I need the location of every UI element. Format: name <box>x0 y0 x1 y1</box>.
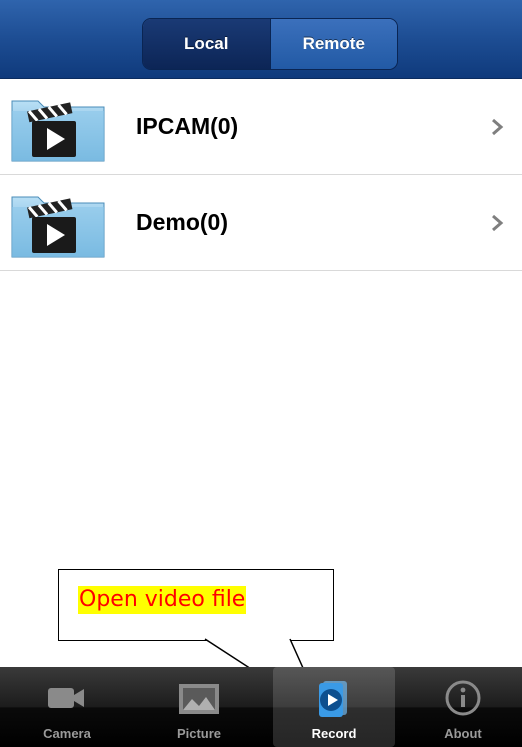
tab-about[interactable]: About <box>402 667 522 747</box>
chevron-right-icon <box>492 214 504 232</box>
video-folder-icon <box>11 196 105 258</box>
info-icon <box>445 680 481 716</box>
tab-picture[interactable]: Picture <box>138 667 260 747</box>
chevron-right-icon <box>492 118 504 136</box>
tab-label: Record <box>311 726 357 741</box>
list-item-demo[interactable]: Demo(0) <box>0 175 522 271</box>
tab-label: About <box>444 726 482 741</box>
local-remote-segmented-control: Local Remote <box>142 18 398 70</box>
segment-remote[interactable]: Remote <box>269 19 397 69</box>
camera-icon <box>48 688 84 708</box>
navigation-bar: Local Remote <box>0 0 522 79</box>
folder-list: IPCAM(0) Demo(0) <box>0 79 522 271</box>
tab-label: Picture <box>176 726 222 741</box>
annotation-text: Open video file <box>78 586 247 614</box>
tab-bar: Camera Picture Record About <box>0 667 522 747</box>
segment-local[interactable]: Local <box>143 19 270 69</box>
tab-camera[interactable]: Camera <box>6 667 128 747</box>
list-item-ipcam[interactable]: IPCAM(0) <box>0 79 522 175</box>
record-icon <box>319 681 347 717</box>
annotation-callout: Open video file <box>58 569 334 641</box>
tab-record[interactable]: Record <box>273 667 395 747</box>
picture-icon <box>179 684 219 714</box>
tab-label: Camera <box>43 726 91 741</box>
video-folder-icon <box>11 100 105 162</box>
list-item-label: Demo(0) <box>136 209 229 235</box>
list-item-label: IPCAM(0) <box>136 113 239 139</box>
